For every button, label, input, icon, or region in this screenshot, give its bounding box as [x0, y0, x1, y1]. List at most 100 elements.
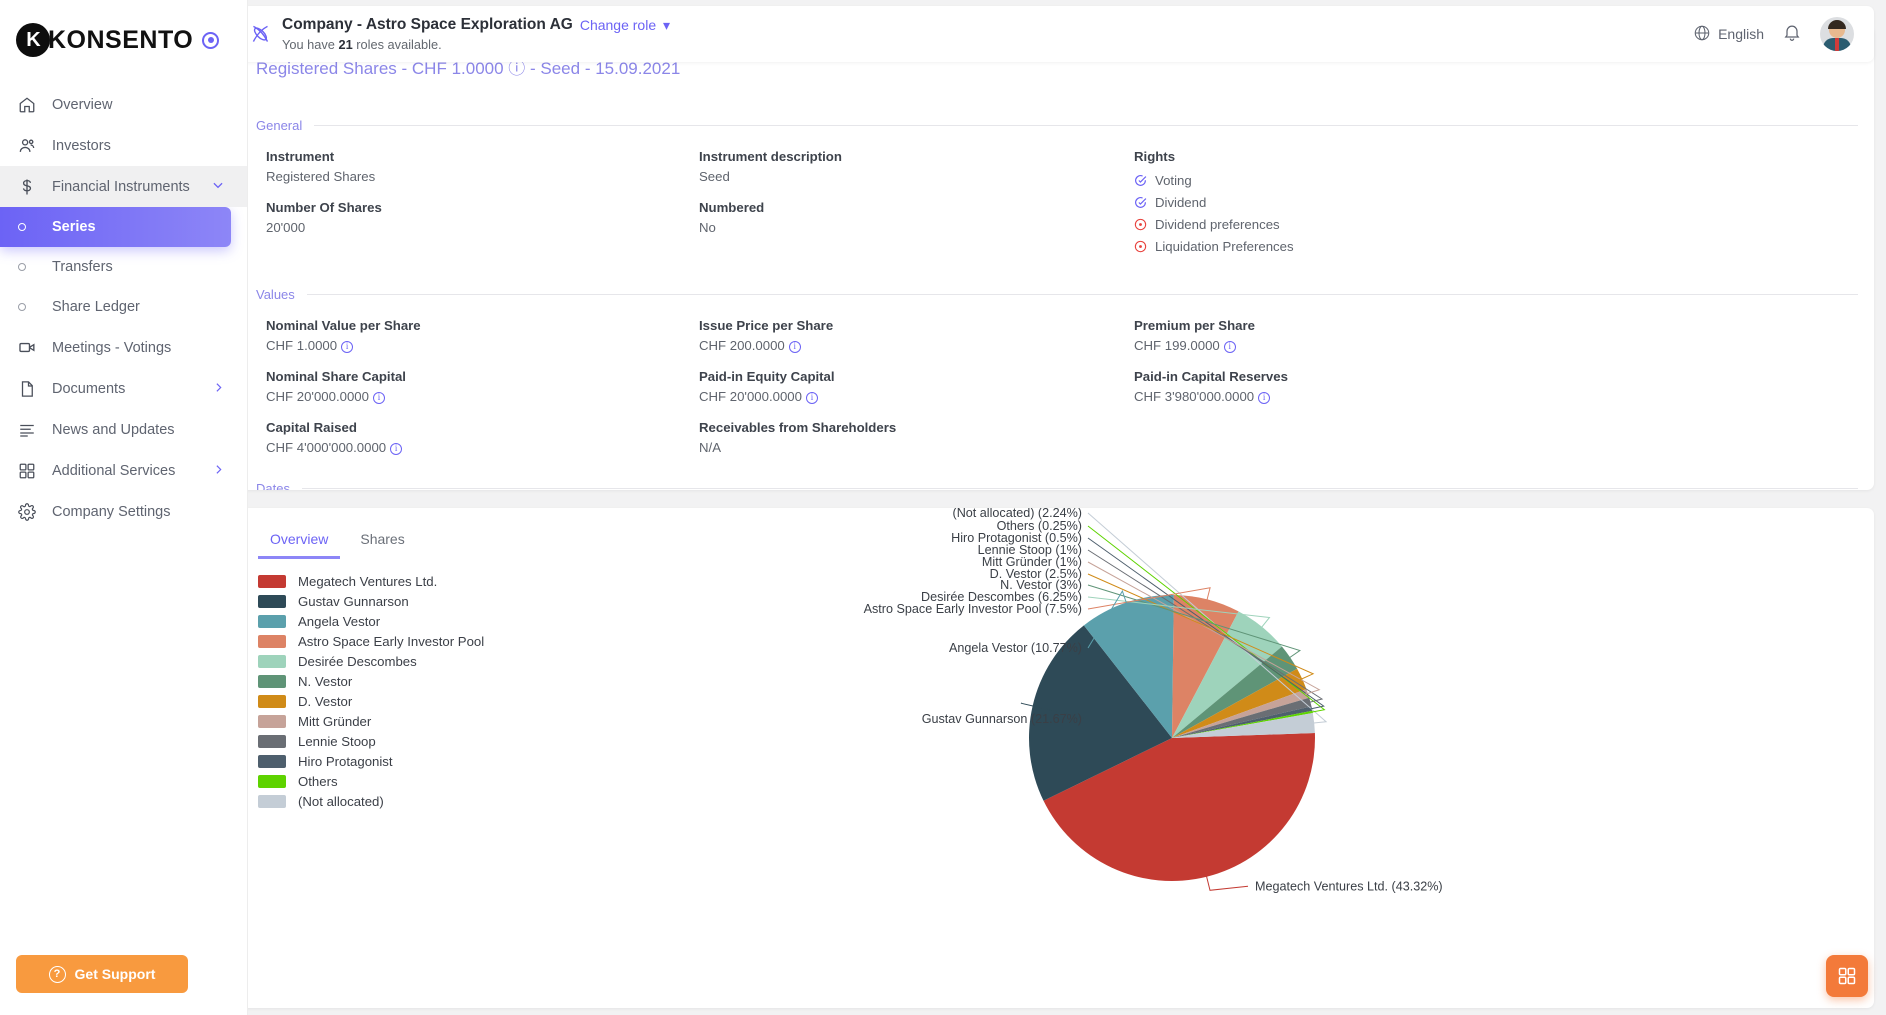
roles-prefix: You have	[282, 37, 335, 52]
field-issue-price-per-share: Issue Price per Share CHF 200.0000 i	[689, 318, 1124, 353]
legend-color-swatch	[258, 634, 286, 648]
value-text: CHF 4'000'000.0000	[266, 440, 387, 455]
avatar[interactable]	[1820, 17, 1854, 51]
right-row: Dividend	[1134, 195, 1858, 210]
video-icon	[18, 338, 44, 357]
field-value: Seed	[699, 169, 730, 184]
field-label: Number Of Shares	[266, 200, 382, 215]
sidebar-item-share-ledger[interactable]: Share Ledger	[0, 287, 231, 327]
legend-label: Mitt Gründer	[298, 713, 372, 729]
check-circle-icon	[1134, 196, 1147, 209]
field-nominal-value-per-share: Nominal Value per Share CHF 1.0000 i	[256, 318, 689, 353]
legend-color-swatch	[258, 774, 286, 788]
get-support-label: Get Support	[74, 966, 156, 982]
field-value: CHF 1.0000 i	[266, 338, 689, 353]
grid-icon	[18, 462, 44, 480]
values-grid-row3: Capital Raised CHF 4'000'000.0000 i Recei…	[240, 404, 1874, 455]
field-capital-raised: Capital Raised CHF 4'000'000.0000 i	[256, 420, 689, 455]
users-icon	[18, 136, 44, 155]
pie-leader-line	[1205, 873, 1249, 891]
legend-color-swatch	[258, 734, 286, 748]
right-label: Voting	[1155, 173, 1192, 188]
tab-overview[interactable]: Overview	[258, 526, 341, 559]
change-role-link[interactable]: Change role ▾	[580, 17, 670, 34]
section-header-values: Values	[256, 287, 1858, 302]
right-row: Liquidation Preferences	[1134, 239, 1858, 254]
field-value: No	[699, 220, 716, 235]
section-header-general: General	[256, 118, 1858, 133]
tab-shares[interactable]: Shares	[348, 526, 416, 559]
value-text: CHF 20'000.0000	[266, 389, 369, 404]
info-icon[interactable]: i	[390, 442, 403, 455]
sidebar-item-overview[interactable]: Overview	[0, 84, 247, 125]
field-instrument: Instrument Registered Shares	[256, 149, 689, 184]
values-grid-row1: Nominal Value per Share CHF 1.0000 i Issu…	[240, 302, 1874, 353]
language-label: English	[1718, 26, 1764, 42]
general-column-3: Rights Voting Dividend Dividend preference…	[1124, 133, 1858, 261]
legend-label: (Not allocated)	[298, 793, 384, 809]
circle-icon	[18, 263, 44, 271]
field-premium-per-share: Premium per Share CHF 199.0000 i	[1124, 318, 1858, 353]
field-label: Paid-in Equity Capital	[699, 369, 835, 384]
info-icon[interactable]: i	[788, 340, 801, 353]
info-icon[interactable]: i	[805, 391, 818, 404]
info-icon[interactable]: i	[1223, 340, 1236, 353]
info-icon[interactable]: i	[341, 340, 354, 353]
sidebar-item-label: Company Settings	[52, 503, 171, 520]
field-label: Numbered	[699, 200, 765, 215]
pie-chart-svg: (Not allocated) (2.24%)Others (0.25%)Hir…	[864, 508, 1443, 893]
widget-launcher-button[interactable]	[1826, 955, 1868, 997]
topbar-right: English	[1693, 17, 1874, 51]
chevron-right-icon	[212, 381, 225, 397]
change-role-label: Change role	[579, 16, 657, 33]
sidebar-item-series[interactable]: Series	[0, 207, 231, 247]
divider	[306, 294, 1858, 295]
divider	[314, 125, 1858, 126]
field-receivables-from-shareholders: Receivables from Shareholders N/A	[689, 420, 1124, 455]
pie-chart: (Not allocated) (2.24%) Others (0.25%) Hir…	[800, 508, 1874, 1008]
sidebar-item-additional-services[interactable]: Additional Services	[0, 450, 247, 491]
field-label: Rights	[1134, 149, 1176, 164]
info-icon[interactable]: i	[372, 391, 385, 404]
chevron-down-icon: ▾	[663, 16, 671, 33]
sidebar-item-financial-instruments[interactable]: Financial Instruments	[0, 166, 247, 207]
sidebar-item-company-settings[interactable]: Company Settings	[0, 491, 247, 532]
brand-logo[interactable]: K KONSENTO	[0, 0, 247, 62]
sidebar-item-meetings-votings[interactable]: Meetings - Votings	[0, 327, 247, 368]
roles-suffix: roles available.	[356, 37, 442, 52]
sidebar-item-transfers[interactable]: Transfers	[0, 247, 231, 287]
sidebar-item-news-and-updates[interactable]: News and Updates	[0, 409, 247, 450]
legend-label: Hiro Protagonist	[298, 753, 393, 769]
field-label: Nominal Value per Share	[266, 318, 421, 333]
field-paid-in-capital-reserves: Paid-in Capital Reserves CHF 3'980'000.0…	[1124, 369, 1858, 404]
list-icon	[18, 421, 44, 439]
field-label: Premium per Share	[1134, 318, 1255, 333]
legend-label: Desirée Descombes	[298, 653, 417, 669]
sidebar-item-investors[interactable]: Investors	[0, 125, 247, 166]
notification-bell-icon[interactable]	[1782, 22, 1802, 47]
field-label: Instrument description	[699, 149, 842, 164]
section-title: General	[256, 118, 303, 133]
right-label: Dividend	[1155, 195, 1207, 210]
sidebar-item-documents[interactable]: Documents	[0, 368, 247, 409]
sidebar-item-label: News and Updates	[52, 421, 175, 438]
value-text: CHF 200.0000	[699, 338, 785, 353]
language-selector[interactable]: English	[1693, 24, 1764, 45]
field-value: CHF 200.0000 i	[699, 338, 1124, 353]
pie-label: Astro Space Early Investor Pool (7.5%)	[864, 602, 1082, 616]
divider	[301, 488, 1858, 489]
field-label: Issue Price per Share	[699, 318, 834, 333]
logo-wordmark: KONSENTO	[48, 25, 194, 54]
legend-label: Megatech Ventures Ltd.	[298, 573, 438, 589]
legend-color-swatch	[258, 754, 286, 768]
legend-color-swatch	[258, 574, 286, 588]
field-instrument-description: Instrument description Seed	[689, 149, 1124, 184]
series-detail-panel: Registered Shares - CHF 1.0000 ⓘ - Seed …	[240, 26, 1874, 490]
get-support-button[interactable]: ? Get Support	[16, 955, 188, 993]
field-nominal-share-capital: Nominal Share Capital CHF 20'000.0000 i	[256, 369, 689, 404]
right-row: Dividend preferences	[1134, 217, 1858, 232]
info-icon[interactable]: i	[1258, 391, 1271, 404]
legend-label: Others	[298, 773, 338, 789]
sidebar-item-label: Series	[52, 219, 96, 235]
field-value: N/A	[699, 440, 721, 455]
